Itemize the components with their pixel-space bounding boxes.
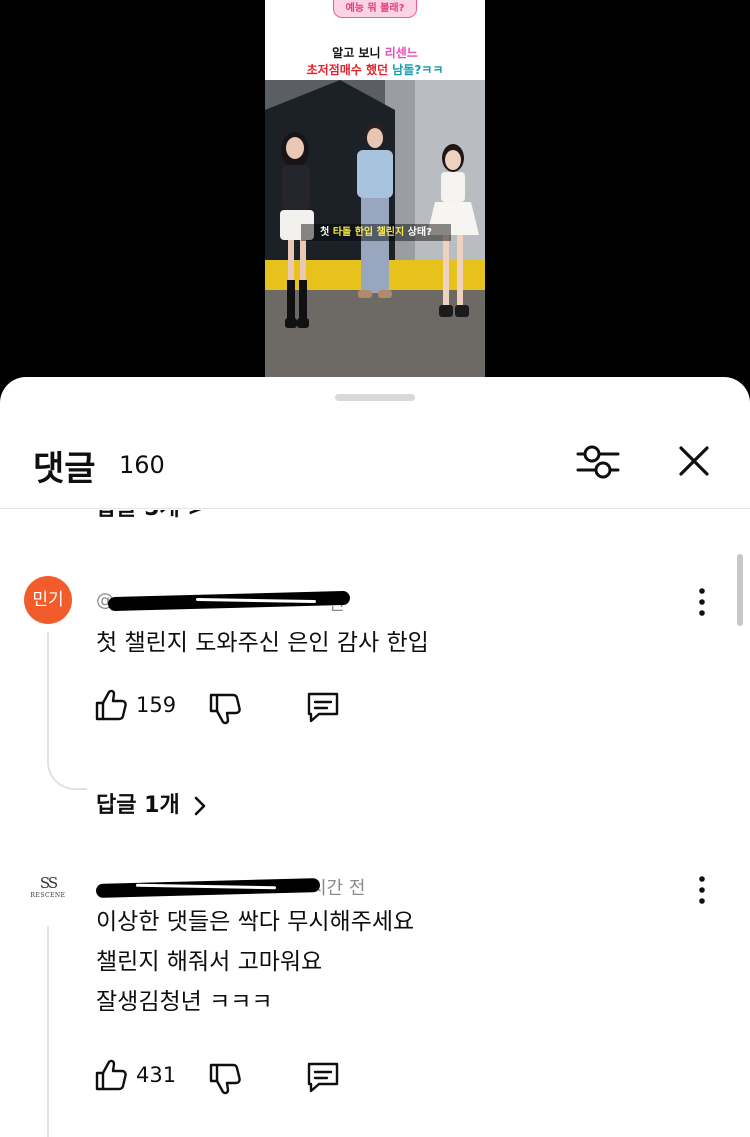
more-options-button[interactable] [690, 584, 714, 620]
like-count: 431 [136, 1063, 177, 1087]
channel-badge: 예능 뭐 볼래? [333, 0, 417, 18]
comment-text: 첫 챌린지 도와주신 은인 감사 한입 [96, 630, 429, 656]
reply-icon[interactable] [305, 1060, 341, 1094]
avatar[interactable]: SS RESCENE [24, 868, 72, 916]
thread-line [47, 632, 49, 762]
dislike-icon[interactable] [208, 692, 242, 726]
video-player[interactable]: 예능 뭐 볼래? 알고 보니 리센느 초저점매수 했던 남돌?ㅋㅋ 첫 타돌 한… [0, 0, 750, 400]
thread-line [47, 926, 49, 1137]
comment-text: 챌린지 해줘서 고마워요 [96, 949, 323, 975]
comments-title: 댓글 [33, 449, 96, 489]
comment-item: 민기 @ 전 첫 챌린지 도와주신 은인 감사 한입 159 [0, 576, 750, 826]
video-frame[interactable]: 예능 뭐 볼래? 알고 보니 리센느 초저점매수 했던 남돌?ㅋㅋ 첫 타돌 한… [265, 0, 485, 378]
dislike-icon[interactable] [208, 1062, 242, 1096]
more-options-button[interactable] [690, 872, 714, 908]
comments-count: 160 [119, 451, 165, 479]
thread-curve [47, 760, 87, 790]
sliders-icon [576, 445, 620, 479]
close-button[interactable] [670, 439, 718, 485]
like-count: 159 [136, 693, 177, 717]
comments-header: 댓글 160 [0, 417, 750, 509]
comment-list[interactable]: 답글 5개 > 민기 @ 전 첫 챌린지 도와주신 은인 감사 한입 [0, 510, 750, 1137]
comment-author-meta[interactable]: @ 전 [96, 590, 356, 616]
reply-icon[interactable] [305, 690, 341, 724]
comment-text: 잘생김청년 ㅋㅋㅋ [96, 989, 273, 1015]
more-vert-icon [699, 876, 705, 904]
comment-author-meta[interactable]: 시간 전 [95, 874, 396, 900]
video-title-line1: 알고 보니 리센느 [332, 46, 418, 60]
close-icon [679, 446, 709, 476]
chevron-right-icon [195, 796, 206, 816]
drag-handle[interactable] [335, 394, 415, 401]
previous-replies-label[interactable]: 답글 5개 > [96, 510, 206, 522]
like-icon[interactable] [94, 688, 128, 722]
comments-sheet: 댓글 160 답글 5개 > 민기 @ 전 [0, 377, 750, 1137]
video-title-line2: 초저점매수 했던 남돌?ㅋㅋ [306, 63, 444, 77]
avatar[interactable]: 민기 [24, 576, 72, 624]
view-replies-button[interactable]: 답글 1개 [96, 787, 207, 819]
sort-filter-button[interactable] [572, 439, 624, 485]
video-caption: 첫 타돌 한입 챌린지 상태? [301, 224, 451, 241]
comment-text: 이상한 댓들은 싹다 무시해주세요 [96, 909, 415, 935]
like-icon[interactable] [94, 1058, 128, 1092]
comment-item: SS RESCENE 시간 전 이상한 댓들은 싹다 무시해주세요 챌린지 해줘… [0, 868, 750, 1137]
more-vert-icon [699, 588, 705, 616]
